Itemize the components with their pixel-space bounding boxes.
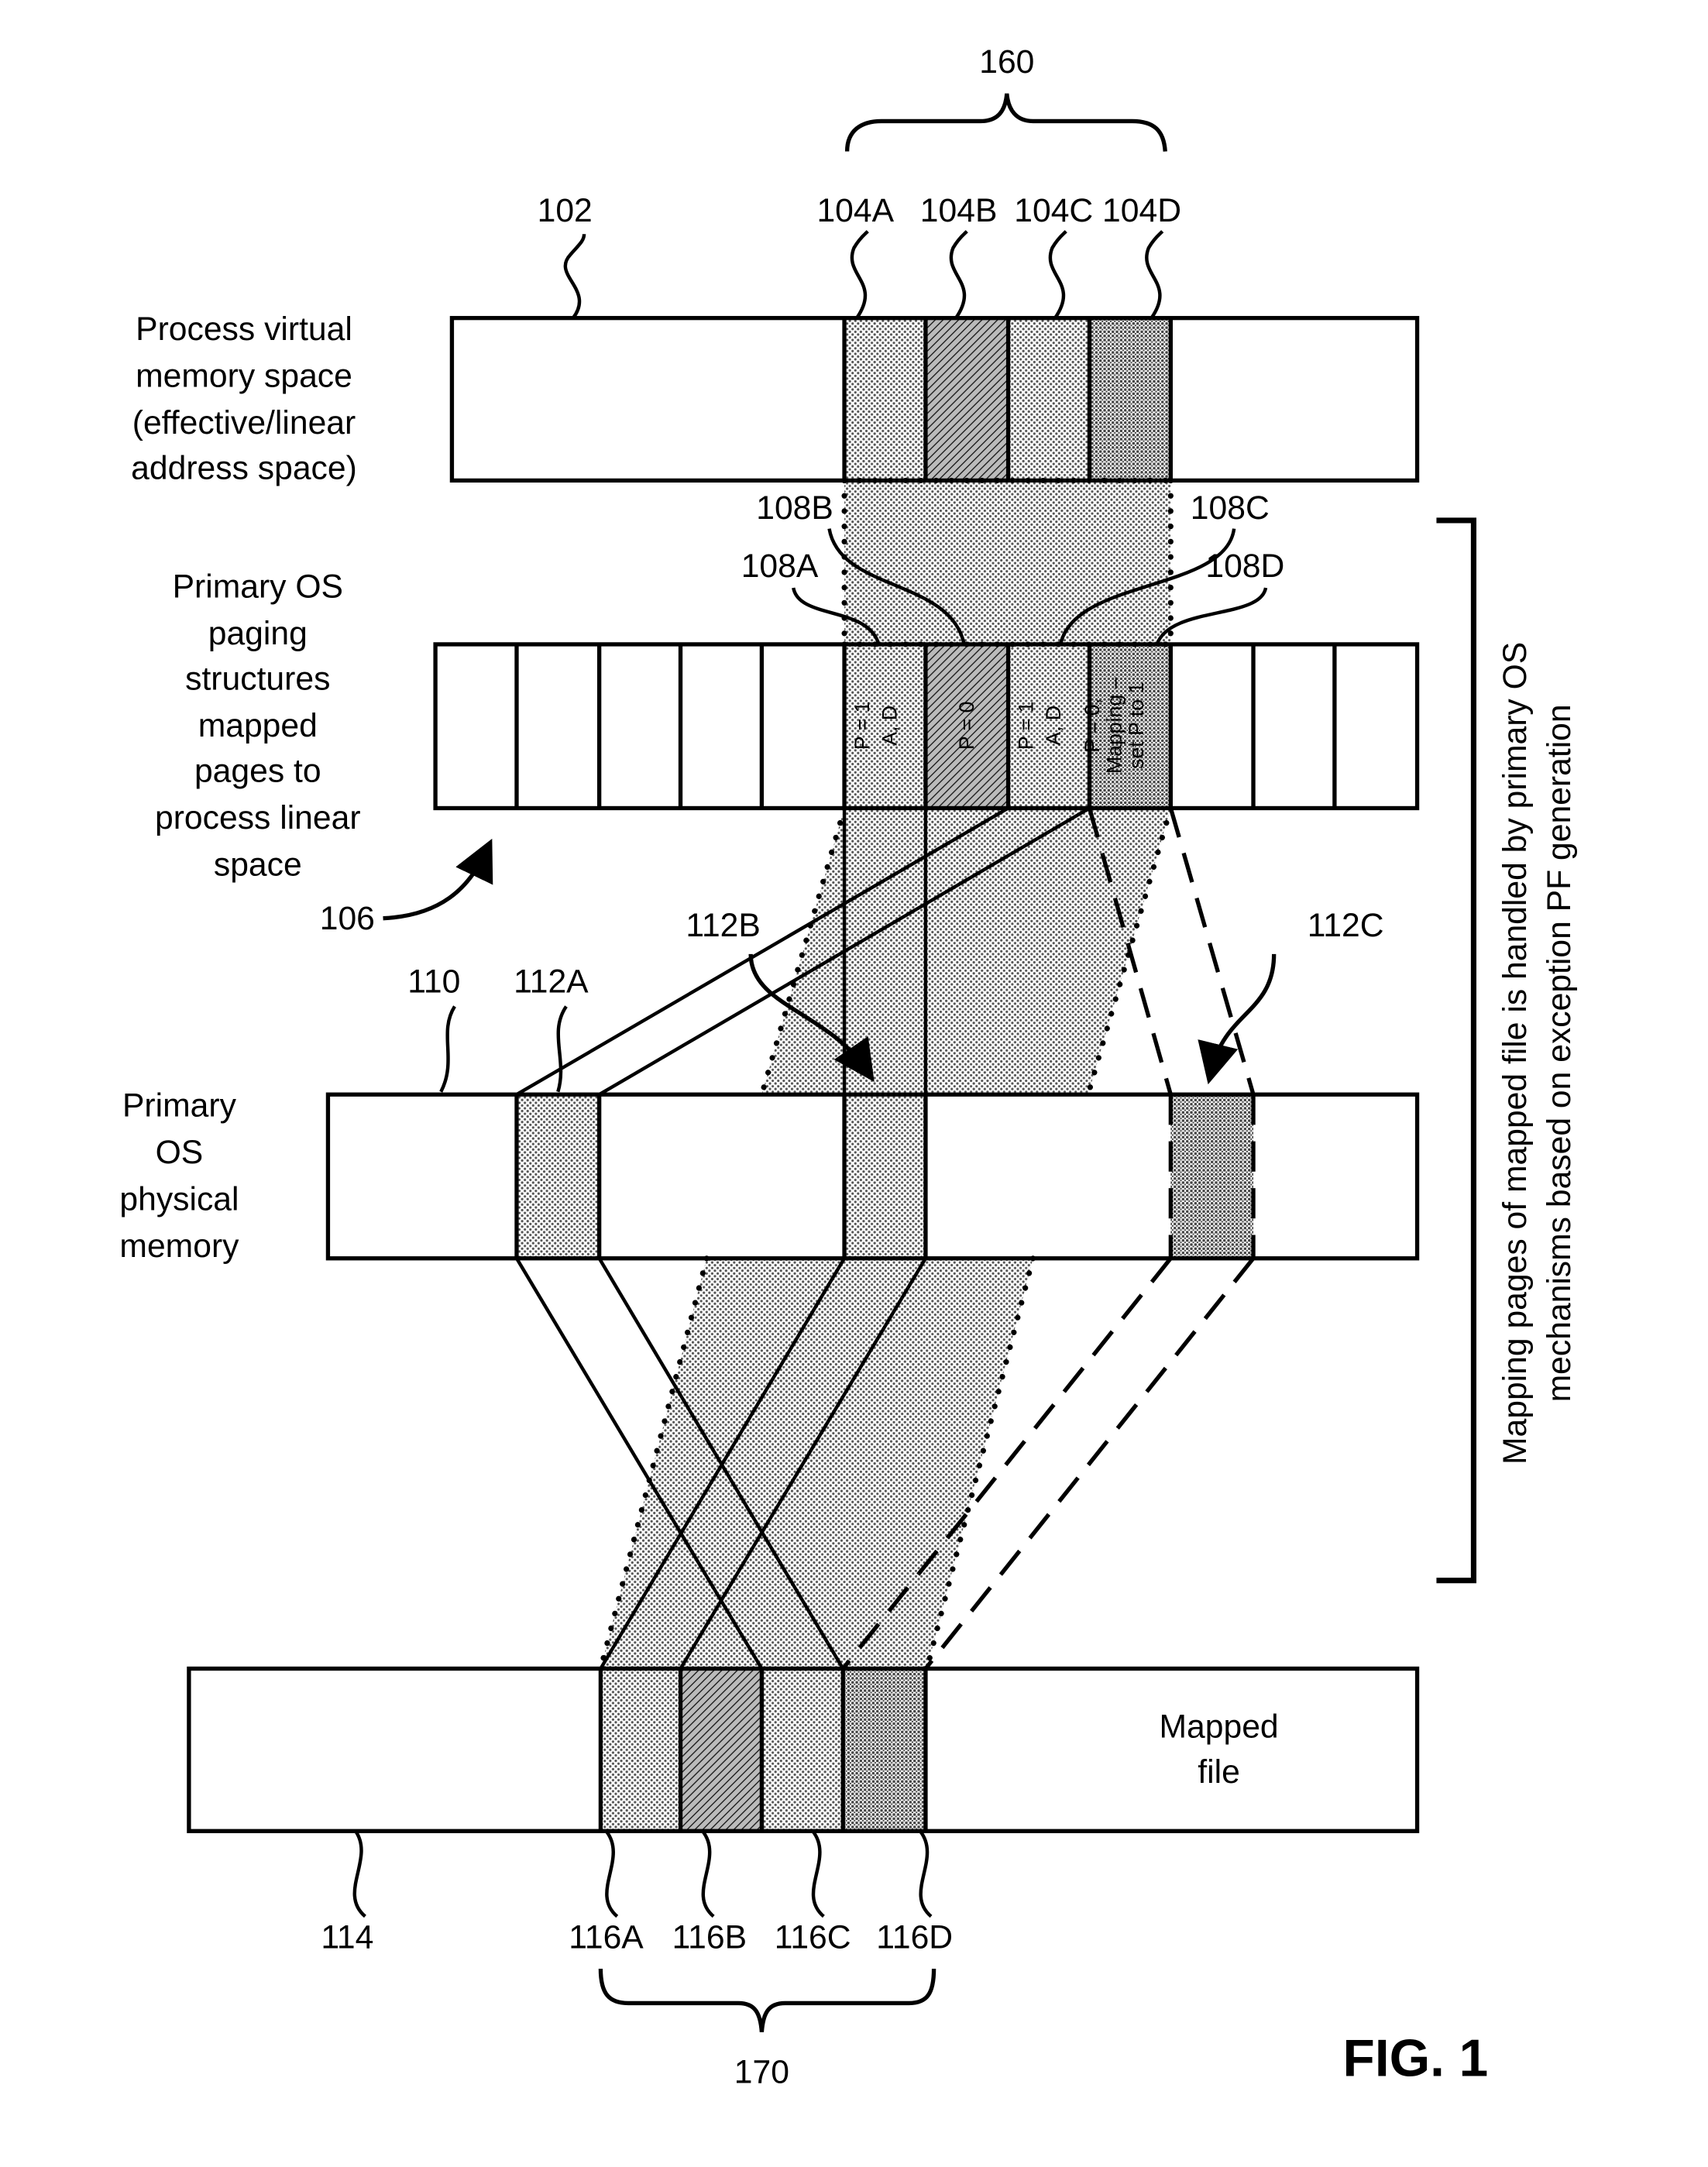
paging-structures-row: P = 1 A, D P = 0 P = 1 A, D P = 0, Mappi…: [433, 642, 1420, 811]
label-116A: 116A: [569, 1918, 644, 1956]
leader-108D: [1155, 587, 1268, 645]
label-104B: 104B: [920, 192, 998, 229]
physical-label-1: Primary: [122, 1087, 237, 1125]
pte-104A-line1: P = 1: [851, 702, 874, 750]
pte-104B-line1: P = 0: [955, 702, 978, 750]
brace-170: [598, 1969, 936, 2033]
label-108C: 108C: [1191, 489, 1270, 527]
pte-104C-line2: A, D: [1042, 706, 1065, 746]
physical-memory-row: [325, 1092, 1420, 1261]
virtual-label-2: memory space: [136, 358, 352, 395]
leader-104C: [1048, 230, 1067, 319]
paging-label-7: space: [214, 847, 302, 884]
virtual-memory-row: [449, 315, 1420, 483]
physical-to-file-band: [600, 1258, 1033, 1669]
side-bracket: [1436, 517, 1476, 1584]
mapped-file-row: Mapped file: [187, 1666, 1420, 1833]
label-104C: 104C: [1014, 192, 1093, 229]
leader-116B: [701, 1829, 715, 1918]
frame-112A: [516, 1094, 600, 1259]
paging-to-physical-band: [761, 808, 1171, 1095]
virtual-label-3: (effective/linear: [132, 404, 356, 441]
paging-label-4: mapped: [198, 707, 318, 744]
label-110: 110: [407, 963, 460, 1001]
side-note-line-1: Mapping pages of mapped file is handled …: [1497, 642, 1534, 1465]
page-104D: [1089, 318, 1171, 481]
virtual-label-4: address space): [131, 450, 357, 487]
mapped-file-label-1: Mapped: [1159, 1708, 1278, 1745]
label-104D: 104D: [1102, 192, 1181, 229]
page-104B: [925, 318, 1009, 481]
paging-label-5: pages to: [194, 753, 321, 790]
file-page-116B: [680, 1668, 762, 1832]
leader-112A: [556, 1005, 568, 1093]
label-112A: 112A: [514, 963, 589, 1001]
paging-label-2: paging: [208, 615, 308, 652]
leader-114: [352, 1829, 366, 1918]
label-112B: 112B: [686, 907, 760, 944]
page-104A: [844, 318, 926, 481]
pte-104C-line1: P = 1: [1015, 702, 1038, 750]
label-116C: 116C: [775, 1918, 851, 1956]
label-112C: 112C: [1308, 907, 1384, 944]
label-116B: 116B: [672, 1918, 747, 1956]
label-102: 102: [538, 192, 593, 229]
file-page-116A: [600, 1668, 681, 1832]
label-160: 160: [979, 43, 1034, 81]
label-106: 106: [320, 900, 375, 937]
diagram-canvas: P = 1 A, D P = 0 P = 1 A, D P = 0, Mappi…: [119, 43, 1578, 2091]
leader-104D: [1145, 230, 1164, 319]
label-170: 170: [734, 2054, 789, 2091]
label-108B: 108B: [756, 489, 833, 527]
arrow-106: [383, 838, 493, 921]
pte-104D-line3: set P to 1: [1125, 682, 1148, 769]
virtual-to-paging-band: [844, 480, 1171, 644]
mapped-file-label-2: file: [1198, 1753, 1240, 1791]
frame-112B: [844, 1094, 926, 1259]
physical-label-2: OS: [156, 1134, 204, 1171]
leader-102: [563, 233, 586, 319]
physical-label-3: physical: [119, 1181, 239, 1218]
label-104A: 104A: [816, 192, 894, 229]
label-108D: 108D: [1205, 548, 1284, 585]
paging-label-3: structures: [185, 661, 330, 698]
pte-104D-line1: P = 0,: [1081, 699, 1104, 753]
brace-160: [844, 93, 1167, 152]
file-page-116C: [761, 1668, 844, 1832]
paging-label-6: process linear: [155, 799, 361, 836]
arrow-112C: [1198, 953, 1277, 1085]
frame-112C: [1170, 1094, 1254, 1259]
file-page-116D: [843, 1668, 926, 1832]
leader-116C: [811, 1829, 825, 1918]
pte-104D-line2: Mapping –: [1102, 677, 1125, 774]
side-note-line-2: mechanisms based on exception PF generat…: [1541, 704, 1578, 1402]
pte-104A-line2: A, D: [878, 706, 902, 746]
label-114: 114: [321, 1918, 373, 1956]
label-116D: 116D: [876, 1918, 953, 1956]
label-108A: 108A: [741, 548, 819, 585]
leader-104A: [850, 230, 869, 319]
figure-title: FIG. 1: [1343, 2030, 1489, 2088]
leader-110: [439, 1005, 456, 1093]
paging-label-1: Primary OS: [173, 568, 343, 605]
leader-116D: [919, 1829, 933, 1918]
virtual-label-1: Process virtual: [136, 311, 352, 348]
page-104C: [1008, 318, 1090, 481]
leader-104B: [949, 230, 968, 319]
leader-116A: [604, 1829, 619, 1918]
physical-label-4: memory: [119, 1228, 239, 1265]
